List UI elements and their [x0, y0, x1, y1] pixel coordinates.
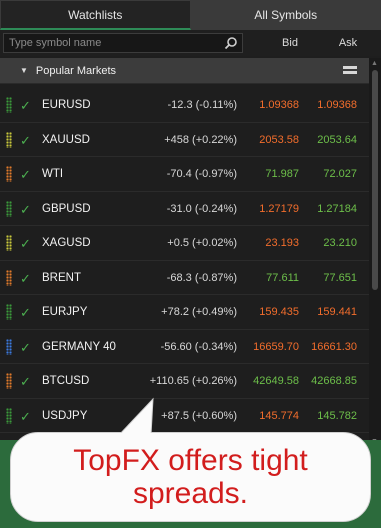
bid-price[interactable]: 1.27179	[259, 203, 299, 215]
price-change: -12.3 (-0.11%)	[167, 99, 238, 111]
section-header-popular-markets[interactable]: ▼ Popular Markets	[0, 58, 369, 84]
collapse-arrow-icon[interactable]: ▼	[20, 66, 28, 75]
table-row[interactable]: ✓ XAGUSD +0.5 (+0.02%) 23.193 23.210	[0, 226, 369, 261]
symbol-name: BRENT	[42, 271, 81, 284]
drag-handle-icon[interactable]	[6, 373, 12, 389]
tab-all-symbols[interactable]: All Symbols	[190, 0, 381, 30]
table-row[interactable]: ✓ WTI -70.4 (-0.97%) 71.987 72.027	[0, 157, 369, 192]
symbol-name: XAUUSD	[42, 133, 90, 146]
ask-price[interactable]: 72.027	[323, 168, 357, 180]
bid-price[interactable]: 42649.58	[253, 375, 299, 387]
symbol-name: WTI	[42, 168, 64, 180]
scrollbar-thumb[interactable]	[372, 70, 378, 290]
table-row[interactable]: ✓ BTCUSD +110.65 (+0.26%) 42649.58 42668.85	[0, 364, 369, 399]
symbol-name: EURUSD	[42, 99, 91, 111]
tab-watchlists[interactable]: Watchlists	[0, 0, 191, 30]
search-row: Bid Ask	[0, 30, 381, 56]
ask-price[interactable]: 1.09368	[317, 99, 357, 111]
callout-bubble: TopFX offers tight spreads.	[10, 397, 371, 522]
search-icon[interactable]	[224, 36, 238, 50]
check-icon[interactable]: ✓	[20, 305, 31, 321]
table-row[interactable]: ✓ XAUUSD +458 (+0.22%) 2053.58 2053.64	[0, 123, 369, 157]
tab-bar: Watchlists All Symbols	[0, 0, 381, 30]
check-icon[interactable]: ✓	[20, 271, 31, 287]
price-change: +87.5 (+0.60%)	[161, 409, 237, 422]
price-change: -31.0 (-0.24%)	[166, 202, 237, 215]
market-list: ✓ EURUSD -12.3 (-0.11%) 1.09368 1.09368 ✓ XAUU…	[0, 88, 369, 433]
search-input[interactable]	[4, 37, 214, 49]
price-change: +0.5 (+0.02%)	[167, 237, 237, 249]
ask-price[interactable]: 145.782	[317, 410, 357, 422]
table-row[interactable]: ✓ EURUSD -12.3 (-0.11%) 1.09368 1.09368	[0, 88, 369, 123]
search-box	[3, 33, 243, 53]
section-title: Popular Markets	[35, 64, 117, 77]
symbol-name: GERMANY 40	[42, 340, 116, 353]
table-row[interactable]: ✓ BRENT -68.3 (-0.87%) 77.611 77.651	[0, 261, 369, 295]
symbol-name: USDJPY	[42, 409, 88, 422]
ask-price[interactable]: 159.441	[317, 306, 357, 318]
table-row[interactable]: ✓ GERMANY 40 -56.60 (-0.34%) 16659.70 16661.…	[0, 330, 369, 364]
drag-handle-icon[interactable]	[6, 269, 12, 286]
check-icon[interactable]: ✓	[20, 202, 31, 218]
table-row[interactable]: ✓ EURJPY +78.2 (+0.49%) 159.435 159.441	[0, 295, 369, 330]
ask-price[interactable]: 16661.30	[311, 341, 357, 353]
price-change: +78.2 (+0.49%)	[161, 306, 237, 318]
check-icon[interactable]: ✓	[20, 236, 31, 252]
drag-handle-icon[interactable]	[6, 407, 12, 424]
ask-price[interactable]: 2053.64	[317, 134, 357, 146]
section-menu-icon[interactable]	[343, 66, 357, 76]
ask-price[interactable]: 23.210	[323, 237, 357, 249]
ask-price[interactable]: 1.27184	[317, 203, 357, 215]
drag-handle-icon[interactable]	[6, 166, 12, 182]
bid-price[interactable]: 16659.70	[253, 341, 299, 353]
check-icon[interactable]: ✓	[20, 133, 31, 149]
check-icon[interactable]: ✓	[20, 98, 31, 114]
ask-price[interactable]: 77.651	[323, 272, 357, 284]
price-change: +458 (+0.22%)	[164, 133, 237, 146]
symbol-name: GBPUSD	[42, 202, 91, 215]
price-change: -70.4 (-0.97%)	[166, 168, 237, 180]
table-row[interactable]: ✓ GBPUSD -31.0 (-0.24%) 1.27179 1.27184	[0, 192, 369, 226]
callout-tail	[117, 397, 155, 436]
bid-price[interactable]: 77.611	[266, 272, 299, 284]
scrollbar[interactable]: ▲ ▼	[369, 58, 381, 448]
ask-price[interactable]: 42668.85	[311, 375, 357, 387]
price-change: -68.3 (-0.87%)	[166, 271, 237, 284]
check-icon[interactable]: ✓	[20, 167, 31, 183]
price-change: -56.60 (-0.34%)	[160, 340, 237, 353]
symbol-name: EURJPY	[42, 306, 88, 318]
scroll-up-icon[interactable]: ▲	[371, 60, 378, 67]
bid-price[interactable]: 1.09368	[259, 99, 299, 111]
bid-price[interactable]: 23.193	[265, 237, 299, 249]
drag-handle-icon[interactable]	[6, 200, 12, 217]
drag-handle-icon[interactable]	[6, 97, 12, 113]
bid-price[interactable]: 2053.58	[259, 134, 299, 146]
check-icon[interactable]: ✓	[20, 340, 31, 356]
drag-handle-icon[interactable]	[6, 304, 12, 320]
bid-price[interactable]: 159.435	[259, 306, 299, 318]
check-icon[interactable]: ✓	[20, 374, 31, 390]
drag-handle-icon[interactable]	[6, 131, 12, 148]
table-row[interactable]: ✓ USDJPY +87.5 (+0.60%) 145.774 145.782	[0, 399, 369, 433]
check-icon[interactable]: ✓	[20, 409, 31, 425]
bid-price[interactable]: 71.987	[265, 168, 299, 180]
bid-column-header: Bid	[282, 37, 298, 49]
price-change: +110.65 (+0.26%)	[149, 375, 237, 387]
ask-column-header: Ask	[338, 37, 358, 49]
symbol-name: XAGUSD	[42, 237, 91, 249]
bid-price[interactable]: 145.774	[259, 410, 299, 422]
drag-handle-icon[interactable]	[6, 235, 12, 251]
drag-handle-icon[interactable]	[6, 338, 12, 355]
symbol-name: BTCUSD	[42, 375, 90, 387]
